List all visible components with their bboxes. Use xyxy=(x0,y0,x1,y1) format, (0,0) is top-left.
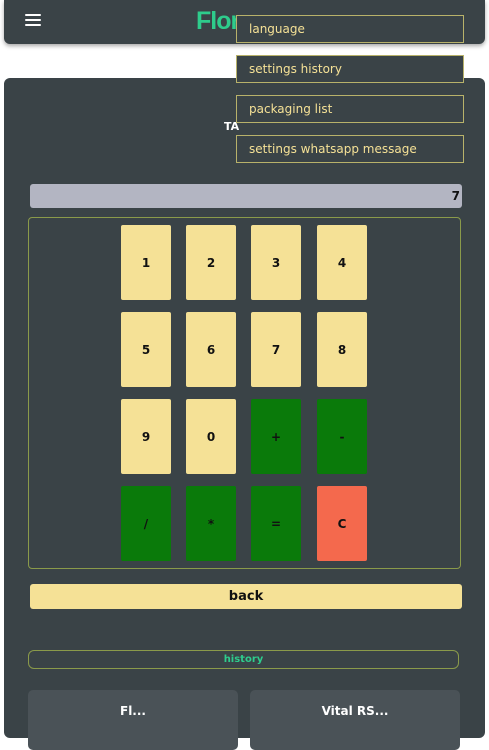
hamburger-menu-icon[interactable] xyxy=(25,14,41,28)
key-equals[interactable]: = xyxy=(251,486,301,561)
bottom-card-left-label: Fl... xyxy=(120,704,146,718)
key-4[interactable]: 4 xyxy=(317,225,367,300)
key-clear[interactable]: C xyxy=(317,486,367,561)
key-1[interactable]: 1 xyxy=(121,225,171,300)
history-button[interactable]: history xyxy=(28,650,459,669)
key-0[interactable]: 0 xyxy=(186,399,236,474)
key-multiply[interactable]: * xyxy=(186,486,236,561)
key-3[interactable]: 3 xyxy=(251,225,301,300)
keypad: 1 2 3 4 5 6 7 8 9 0 + - / * = C xyxy=(28,217,461,569)
menu-item-settings-history[interactable]: settings history xyxy=(236,55,464,83)
menu-item-language[interactable]: language xyxy=(236,15,464,43)
bottom-card-right[interactable]: Vital RS... xyxy=(250,690,460,750)
key-6[interactable]: 6 xyxy=(186,312,236,387)
key-divide[interactable]: / xyxy=(121,486,171,561)
bottom-card-right-label: Vital RS... xyxy=(321,704,389,718)
key-9[interactable]: 9 xyxy=(121,399,171,474)
back-button[interactable]: back xyxy=(30,584,462,609)
calculator-panel: TA 7 1 2 3 4 5 6 7 8 9 0 + - / * = C bac… xyxy=(4,78,485,750)
calculator-display: 7 xyxy=(30,184,462,208)
key-minus[interactable]: - xyxy=(317,399,367,474)
key-plus[interactable]: + xyxy=(251,399,301,474)
key-8[interactable]: 8 xyxy=(317,312,367,387)
menu-item-settings-whatsapp-message[interactable]: settings whatsapp message xyxy=(236,135,464,163)
key-7[interactable]: 7 xyxy=(251,312,301,387)
menu-item-packaging-list[interactable]: packaging list xyxy=(236,95,464,123)
key-2[interactable]: 2 xyxy=(186,225,236,300)
brand-logo: Flor xyxy=(196,7,240,35)
key-5[interactable]: 5 xyxy=(121,312,171,387)
bottom-card-left[interactable]: Fl... xyxy=(28,690,238,750)
